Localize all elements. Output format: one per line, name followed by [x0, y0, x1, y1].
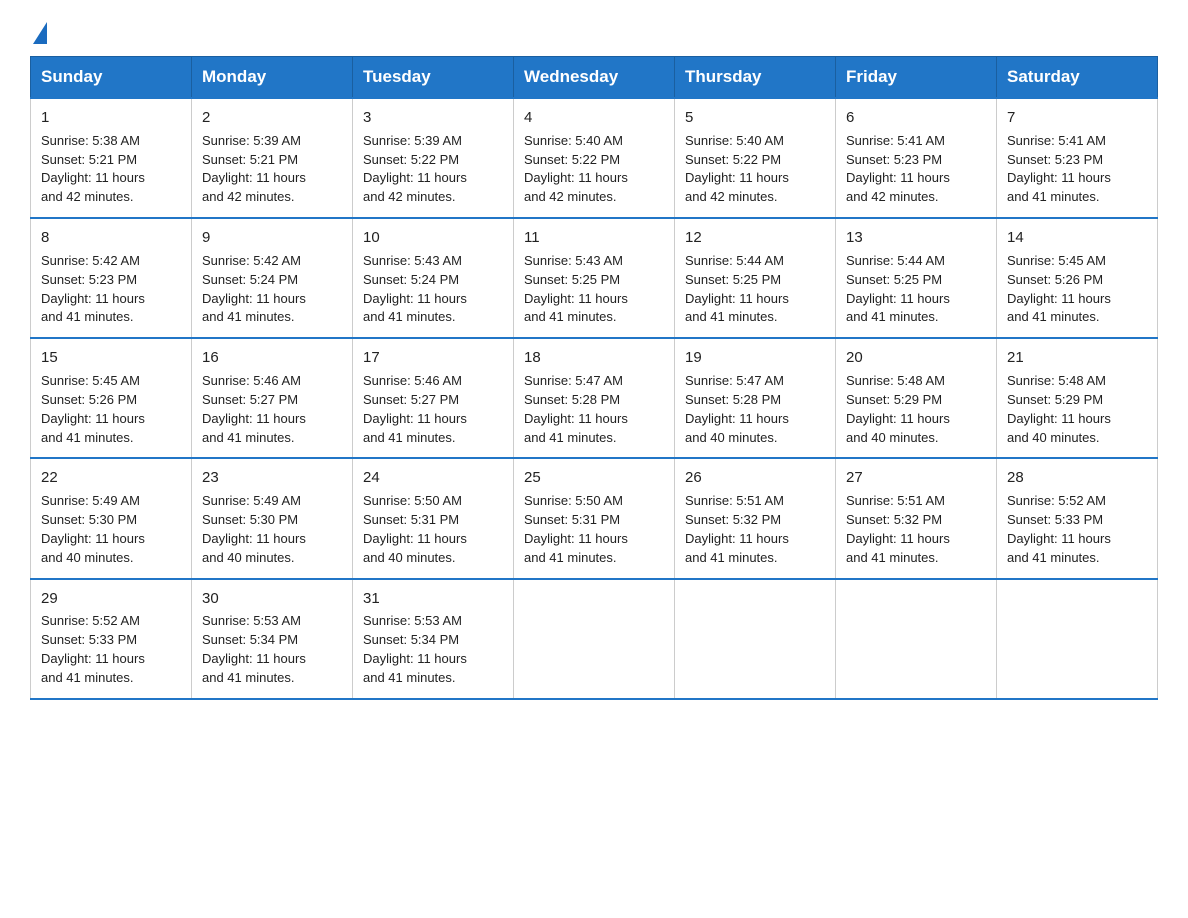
- day-number: 8: [41, 227, 181, 249]
- column-header-thursday: Thursday: [675, 57, 836, 99]
- day-number: 7: [1007, 107, 1147, 129]
- calendar-cell: 5Sunrise: 5:40 AMSunset: 5:22 PMDaylight…: [675, 98, 836, 218]
- day-number: 9: [202, 227, 342, 249]
- day-number: 11: [524, 227, 664, 249]
- day-number: 30: [202, 588, 342, 610]
- calendar-week-row: 15Sunrise: 5:45 AMSunset: 5:26 PMDayligh…: [31, 338, 1158, 458]
- calendar-cell: 18Sunrise: 5:47 AMSunset: 5:28 PMDayligh…: [514, 338, 675, 458]
- calendar-cell: 10Sunrise: 5:43 AMSunset: 5:24 PMDayligh…: [353, 218, 514, 338]
- day-number: 31: [363, 588, 503, 610]
- calendar-cell: 21Sunrise: 5:48 AMSunset: 5:29 PMDayligh…: [997, 338, 1158, 458]
- calendar-cell: 17Sunrise: 5:46 AMSunset: 5:27 PMDayligh…: [353, 338, 514, 458]
- calendar-table: SundayMondayTuesdayWednesdayThursdayFrid…: [30, 56, 1158, 700]
- calendar-cell: 16Sunrise: 5:46 AMSunset: 5:27 PMDayligh…: [192, 338, 353, 458]
- calendar-cell: 26Sunrise: 5:51 AMSunset: 5:32 PMDayligh…: [675, 458, 836, 578]
- calendar-cell: [836, 579, 997, 699]
- day-number: 10: [363, 227, 503, 249]
- column-header-saturday: Saturday: [997, 57, 1158, 99]
- calendar-cell: 27Sunrise: 5:51 AMSunset: 5:32 PMDayligh…: [836, 458, 997, 578]
- day-number: 20: [846, 347, 986, 369]
- day-number: 24: [363, 467, 503, 489]
- day-number: 28: [1007, 467, 1147, 489]
- calendar-cell: 11Sunrise: 5:43 AMSunset: 5:25 PMDayligh…: [514, 218, 675, 338]
- column-header-tuesday: Tuesday: [353, 57, 514, 99]
- calendar-header-row: SundayMondayTuesdayWednesdayThursdayFrid…: [31, 57, 1158, 99]
- logo-triangle-icon: [33, 22, 47, 44]
- day-number: 26: [685, 467, 825, 489]
- day-number: 14: [1007, 227, 1147, 249]
- day-number: 22: [41, 467, 181, 489]
- day-number: 1: [41, 107, 181, 129]
- day-number: 5: [685, 107, 825, 129]
- calendar-cell: 14Sunrise: 5:45 AMSunset: 5:26 PMDayligh…: [997, 218, 1158, 338]
- calendar-cell: 28Sunrise: 5:52 AMSunset: 5:33 PMDayligh…: [997, 458, 1158, 578]
- calendar-cell: 31Sunrise: 5:53 AMSunset: 5:34 PMDayligh…: [353, 579, 514, 699]
- day-number: 6: [846, 107, 986, 129]
- calendar-cell: [675, 579, 836, 699]
- calendar-cell: 24Sunrise: 5:50 AMSunset: 5:31 PMDayligh…: [353, 458, 514, 578]
- calendar-cell: 4Sunrise: 5:40 AMSunset: 5:22 PMDaylight…: [514, 98, 675, 218]
- day-number: 17: [363, 347, 503, 369]
- column-header-friday: Friday: [836, 57, 997, 99]
- day-number: 27: [846, 467, 986, 489]
- calendar-cell: 20Sunrise: 5:48 AMSunset: 5:29 PMDayligh…: [836, 338, 997, 458]
- day-number: 29: [41, 588, 181, 610]
- day-number: 21: [1007, 347, 1147, 369]
- calendar-cell: 25Sunrise: 5:50 AMSunset: 5:31 PMDayligh…: [514, 458, 675, 578]
- day-number: 16: [202, 347, 342, 369]
- calendar-cell: 22Sunrise: 5:49 AMSunset: 5:30 PMDayligh…: [31, 458, 192, 578]
- day-number: 25: [524, 467, 664, 489]
- day-number: 23: [202, 467, 342, 489]
- column-header-monday: Monday: [192, 57, 353, 99]
- calendar-cell: 8Sunrise: 5:42 AMSunset: 5:23 PMDaylight…: [31, 218, 192, 338]
- day-number: 18: [524, 347, 664, 369]
- calendar-cell: 6Sunrise: 5:41 AMSunset: 5:23 PMDaylight…: [836, 98, 997, 218]
- day-number: 3: [363, 107, 503, 129]
- calendar-cell: 15Sunrise: 5:45 AMSunset: 5:26 PMDayligh…: [31, 338, 192, 458]
- logo: [30, 20, 47, 38]
- day-number: 13: [846, 227, 986, 249]
- day-number: 2: [202, 107, 342, 129]
- calendar-cell: 9Sunrise: 5:42 AMSunset: 5:24 PMDaylight…: [192, 218, 353, 338]
- calendar-cell: 23Sunrise: 5:49 AMSunset: 5:30 PMDayligh…: [192, 458, 353, 578]
- column-header-sunday: Sunday: [31, 57, 192, 99]
- column-header-wednesday: Wednesday: [514, 57, 675, 99]
- calendar-cell: 7Sunrise: 5:41 AMSunset: 5:23 PMDaylight…: [997, 98, 1158, 218]
- calendar-cell: 30Sunrise: 5:53 AMSunset: 5:34 PMDayligh…: [192, 579, 353, 699]
- page-header: [30, 20, 1158, 38]
- calendar-cell: 29Sunrise: 5:52 AMSunset: 5:33 PMDayligh…: [31, 579, 192, 699]
- calendar-week-row: 29Sunrise: 5:52 AMSunset: 5:33 PMDayligh…: [31, 579, 1158, 699]
- day-number: 12: [685, 227, 825, 249]
- calendar-week-row: 1Sunrise: 5:38 AMSunset: 5:21 PMDaylight…: [31, 98, 1158, 218]
- calendar-cell: [997, 579, 1158, 699]
- calendar-week-row: 22Sunrise: 5:49 AMSunset: 5:30 PMDayligh…: [31, 458, 1158, 578]
- calendar-cell: 1Sunrise: 5:38 AMSunset: 5:21 PMDaylight…: [31, 98, 192, 218]
- calendar-cell: 19Sunrise: 5:47 AMSunset: 5:28 PMDayligh…: [675, 338, 836, 458]
- calendar-cell: [514, 579, 675, 699]
- day-number: 4: [524, 107, 664, 129]
- calendar-cell: 3Sunrise: 5:39 AMSunset: 5:22 PMDaylight…: [353, 98, 514, 218]
- calendar-cell: 12Sunrise: 5:44 AMSunset: 5:25 PMDayligh…: [675, 218, 836, 338]
- calendar-cell: 2Sunrise: 5:39 AMSunset: 5:21 PMDaylight…: [192, 98, 353, 218]
- calendar-week-row: 8Sunrise: 5:42 AMSunset: 5:23 PMDaylight…: [31, 218, 1158, 338]
- day-number: 15: [41, 347, 181, 369]
- day-number: 19: [685, 347, 825, 369]
- calendar-cell: 13Sunrise: 5:44 AMSunset: 5:25 PMDayligh…: [836, 218, 997, 338]
